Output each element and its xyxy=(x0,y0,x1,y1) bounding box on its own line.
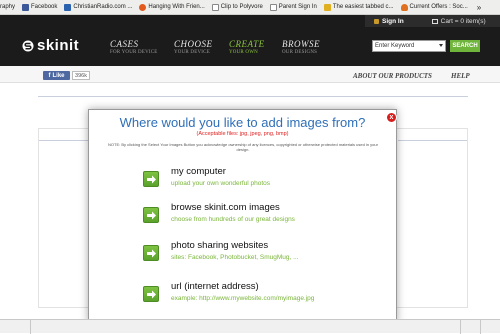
skinit-logo[interactable]: skinit xyxy=(22,37,79,54)
bookmark-item[interactable]: Hanging With Frien... xyxy=(139,3,205,11)
more-bookmarks-icon[interactable]: » xyxy=(477,3,481,12)
page-icon xyxy=(269,3,277,11)
bookmark-item[interactable]: Facebook xyxy=(22,3,57,11)
ownership-note: NOTE: By clicking the Select Your Images… xyxy=(108,142,378,153)
nav-title: CASES xyxy=(110,39,139,49)
sub-bar: f Like 396k ABOUT OUR PRODUCTS HELP xyxy=(0,66,500,83)
bookmark-item[interactable]: The easiest tabbed c... xyxy=(323,3,394,11)
lock-icon xyxy=(374,18,379,24)
nav-subtitle: YOUR DEVICE xyxy=(174,50,210,55)
chevron-down-icon xyxy=(439,44,443,47)
option-title: my computer xyxy=(171,166,226,177)
divider xyxy=(38,96,468,97)
christianradio-icon xyxy=(64,3,72,11)
facebook-icon: f xyxy=(48,72,51,79)
account-bar: Sign In Cart = 0 item(s) xyxy=(365,15,500,27)
flame-icon xyxy=(400,3,408,11)
arrow-right-icon xyxy=(143,245,159,261)
option-subtitle: upload your own wonderful photos xyxy=(171,180,271,187)
search-button[interactable]: SEARCH xyxy=(450,40,480,52)
like-label: Like xyxy=(52,72,65,79)
status-bar xyxy=(0,319,500,334)
like-count: 396k xyxy=(72,71,90,80)
option-photo-sharing[interactable]: photo sharing websites sites: Facebook, … xyxy=(143,240,373,276)
nav-subtitle: OUR DESIGNS xyxy=(282,50,318,55)
option-subtitle: example: http://www.mywebsite.com/myimag… xyxy=(171,295,315,302)
facebook-like-button[interactable]: f Like xyxy=(43,71,70,80)
nav-browse[interactable]: BROWSE OUR DESIGNS xyxy=(282,39,320,55)
search-keyword-select[interactable]: Enter Keyword xyxy=(372,40,446,52)
option-url[interactable]: url (internet address) example: http://w… xyxy=(143,281,373,317)
dialog-title: Where would you like to add images from? xyxy=(119,115,366,130)
arrow-right-icon xyxy=(143,286,159,302)
option-title: photo sharing websites xyxy=(171,240,269,251)
search-select-label: Enter Keyword xyxy=(375,43,415,49)
nav-create[interactable]: CREATE YOUR OWN xyxy=(229,39,265,55)
nav-subtitle: FOR YOUR DEVICE xyxy=(110,50,158,55)
bookmark-item[interactable]: Clip to Polyvore xyxy=(211,3,263,11)
nav-title: CHOOSE xyxy=(174,39,213,49)
option-browse-skinit[interactable]: browse skinit.com images choose from hun… xyxy=(143,202,373,238)
status-divider xyxy=(460,320,461,334)
facebook-icon xyxy=(22,3,30,11)
tab-icon xyxy=(323,3,331,11)
help-link[interactable]: HELP xyxy=(451,72,470,80)
bookmark-item[interactable]: ChristianRadio.com ... xyxy=(64,3,132,11)
nav-cases[interactable]: CASES FOR YOUR DEVICE xyxy=(110,39,158,55)
page-icon xyxy=(211,3,219,11)
arrow-right-icon xyxy=(143,207,159,223)
cart-link[interactable]: Cart = 0 item(s) xyxy=(441,18,486,25)
sign-in-link[interactable]: Sign In xyxy=(382,18,404,25)
option-title: url (internet address) xyxy=(171,281,259,292)
option-subtitle: choose from hundreds of our great design… xyxy=(171,216,295,223)
nav-subtitle: YOUR OWN xyxy=(229,50,258,55)
option-my-computer[interactable]: my computer upload your own wonderful ph… xyxy=(143,166,373,202)
option-subtitle: sites: Facebook, Photobucket, SmugMug, .… xyxy=(171,254,299,261)
arrow-right-icon xyxy=(143,171,159,187)
nav-choose[interactable]: CHOOSE YOUR DEVICE xyxy=(174,39,213,55)
status-divider xyxy=(30,320,31,334)
accepted-files-note: (Acceptable files: jpg, jpeg, png, bmp) xyxy=(196,131,289,137)
logo-text: skinit xyxy=(37,37,80,54)
cart-icon xyxy=(431,18,438,24)
game-icon xyxy=(139,3,147,11)
nav-title: BROWSE xyxy=(282,39,320,49)
option-title: browse skinit.com images xyxy=(171,202,280,213)
bookmarks-bar: raphy Facebook ChristianRadio.com ... Ha… xyxy=(0,0,500,15)
status-divider xyxy=(480,320,481,334)
about-products-link[interactable]: ABOUT OUR PRODUCTS xyxy=(353,72,432,80)
bookmark-item[interactable]: Current Offers : Soc... xyxy=(400,3,468,11)
skinit-logo-icon xyxy=(22,40,34,51)
nav-title: CREATE xyxy=(229,39,265,49)
site-header: Sign In Cart = 0 item(s) skinit CASES FO… xyxy=(0,15,500,66)
bookmark-item[interactable]: Parent Sign In xyxy=(269,3,317,11)
bookmark-item[interactable]: raphy xyxy=(0,4,15,10)
